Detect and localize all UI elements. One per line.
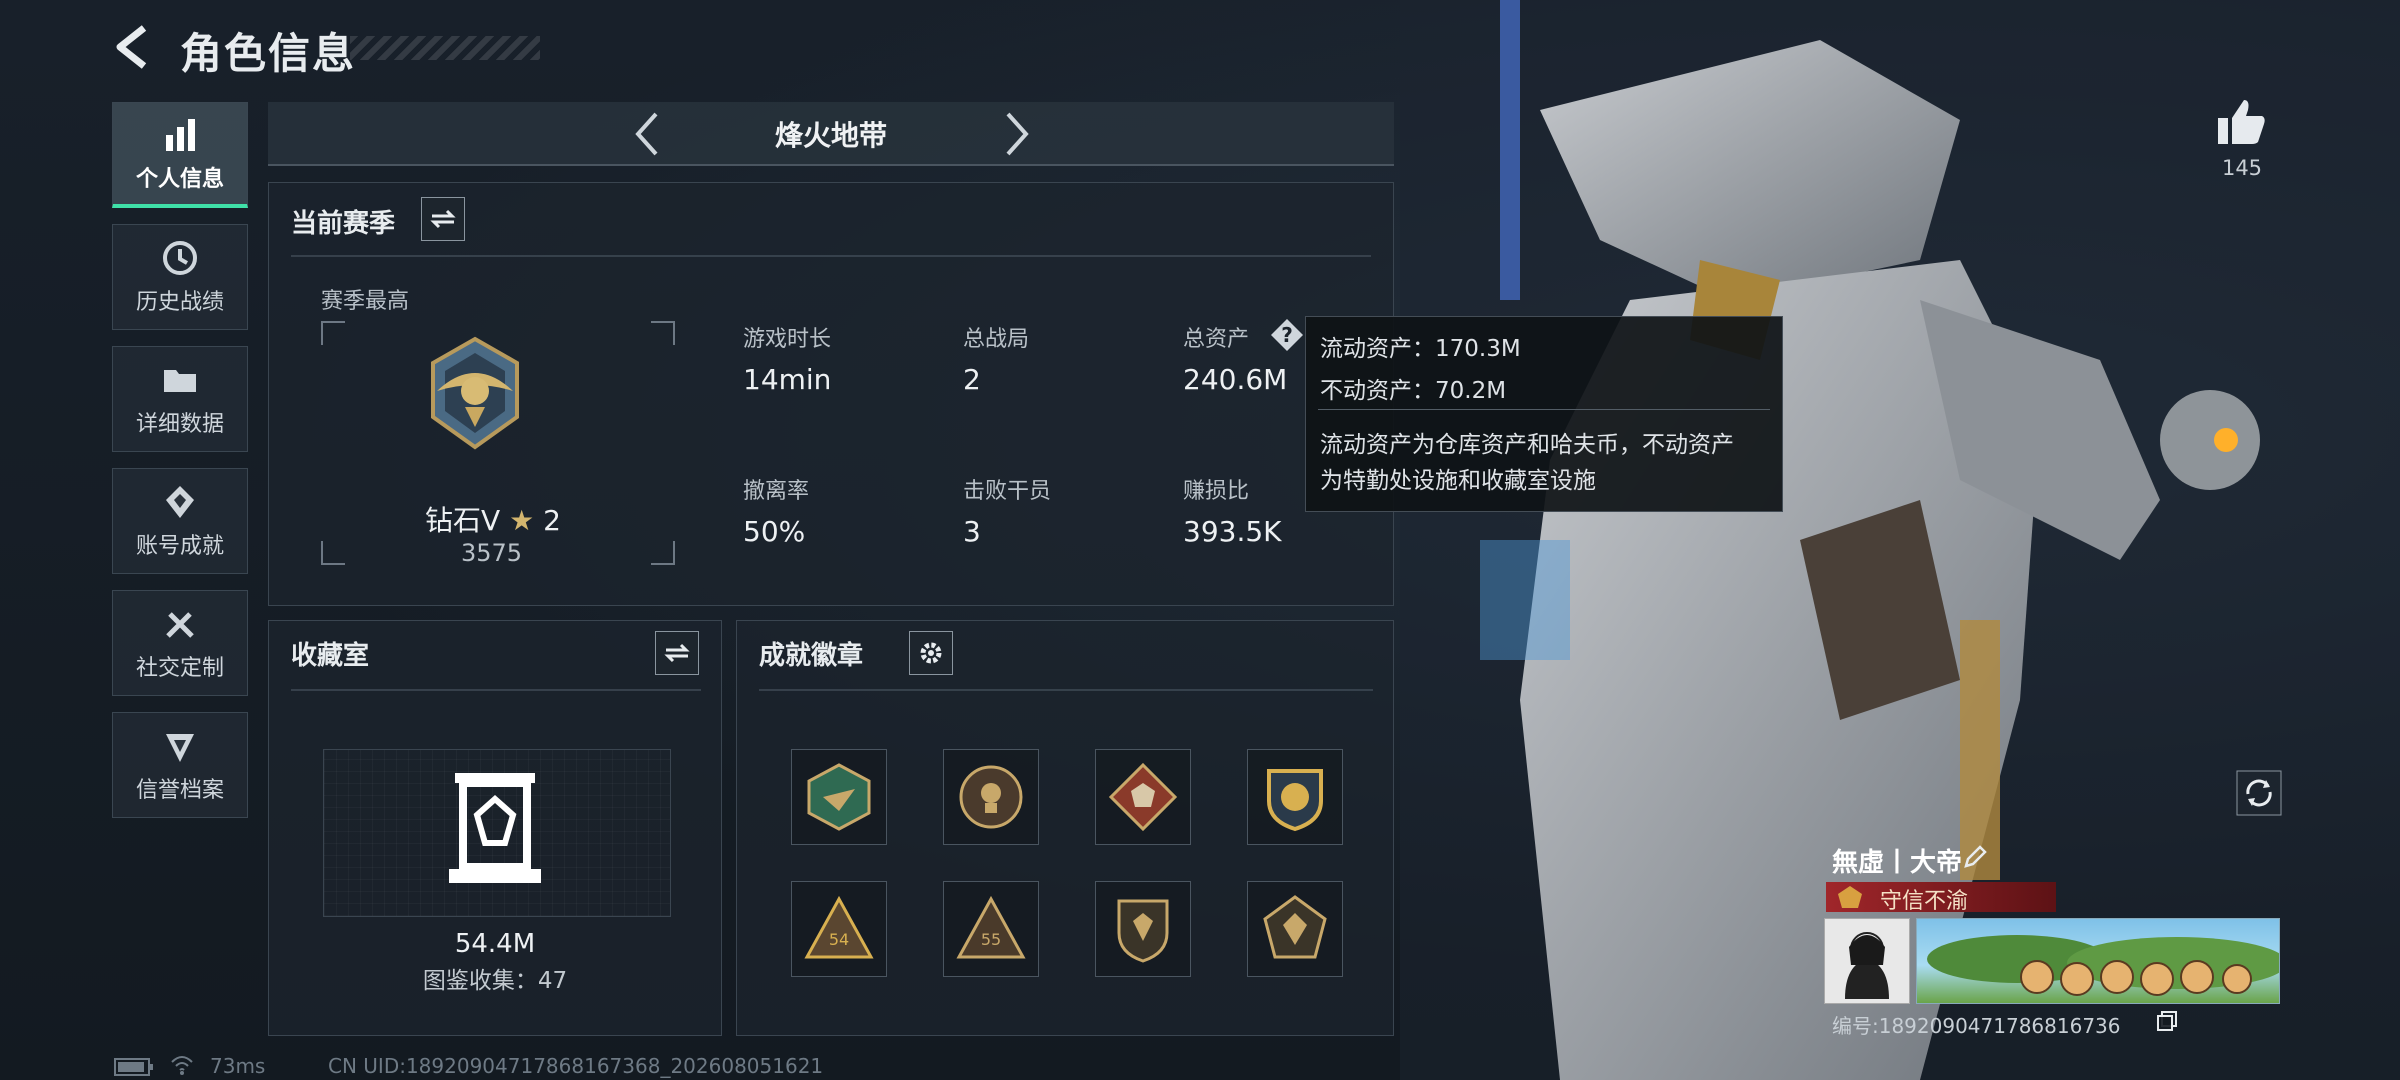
season-panel: 当前赛季 赛季最高 钻石V ★ 2 3575 游戏时长 14min 总战局 2 … <box>268 182 1394 606</box>
back-arrow-icon[interactable] <box>108 22 158 72</box>
sidebar-item-label: 社交定制 <box>135 656 224 681</box>
credit-icon <box>166 734 194 762</box>
collection-title: 收藏室 <box>291 641 370 671</box>
sidebar-item-label: 详细数据 <box>135 412 224 437</box>
svg-text:55: 55 <box>981 930 1001 949</box>
sidebar-item-label: 历史战绩 <box>135 290 224 315</box>
history-icon <box>163 241 197 275</box>
thumbs-up-icon[interactable] <box>2216 96 2268 148</box>
achievement-icon <box>166 486 194 518</box>
stat-value: 3 <box>963 515 981 548</box>
stat-label: 撤离率 <box>743 479 810 504</box>
swap-icon <box>430 209 456 229</box>
diamond-wolf-badge[interactable] <box>1095 749 1191 845</box>
refresh-icon[interactable] <box>2236 770 2282 816</box>
like-count: 145 <box>2221 156 2263 180</box>
collection-count: 图鉴收集：47 <box>422 968 568 994</box>
tooltip-description-2: 为特勤处设施和收藏室设施 <box>1320 468 1596 494</box>
profile-banner[interactable] <box>1916 918 2280 1004</box>
stat-label: 赚损比 <box>1183 479 1250 504</box>
player-name: 無虛丨大帝 <box>1832 848 1963 878</box>
battery-icon <box>114 1058 153 1076</box>
badges-title: 成就徽章 <box>759 641 864 671</box>
stat-label: 击败干员 <box>963 479 1052 504</box>
asset-tooltip: 流动资产：170.3M 不动资产：70.2M 流动资产为仓库资产和哈夫币，不动资… <box>1305 316 1783 512</box>
edit-icon[interactable] <box>1962 844 1988 870</box>
showcase-icon <box>449 773 541 883</box>
gear-icon <box>920 642 942 664</box>
rank-stars: 2 <box>543 504 561 537</box>
achievement-badges-panel: 成就徽章 54 55 <box>736 620 1394 1036</box>
season-title: 当前赛季 <box>291 209 396 239</box>
stat-value: 393.5K <box>1183 515 1282 548</box>
uid-text: CN UID:18920904717868167368_202608051621 <box>328 1054 824 1078</box>
star-icon: ★ <box>509 504 535 537</box>
title-badge-text: 守信不渝 <box>1880 889 1969 914</box>
copy-icon[interactable] <box>2156 1010 2178 1032</box>
mode-name: 烽火地带 <box>774 119 887 152</box>
tooltip-fixed-assets: 不动资产：70.2M <box>1320 378 1507 404</box>
collection-panel: 收藏室 54.4M 图鉴收集：47 <box>268 620 722 1036</box>
player-id: 编号:1892090471786816736 <box>1832 1014 2121 1038</box>
hexagon-wasp-badge[interactable] <box>791 749 887 845</box>
sidebar-item-details[interactable]: 详细数据 <box>112 346 248 452</box>
stat-value: 2 <box>963 363 981 396</box>
collection-switch-button[interactable] <box>655 631 699 675</box>
season-switch-button[interactable] <box>421 197 465 241</box>
help-icon[interactable]: ? <box>1269 317 1305 353</box>
sidebar-item-history[interactable]: 历史战绩 <box>112 224 248 330</box>
season-best-label: 赛季最高 <box>321 289 410 314</box>
stat-value: 240.6M <box>1183 363 1288 396</box>
rank-score: 3575 <box>461 539 523 567</box>
tools-icon <box>166 612 194 638</box>
sidebar-item-label: 信誉档案 <box>135 778 224 803</box>
stat-label: 游戏时长 <box>743 327 832 352</box>
triangle-55-badge[interactable]: 55 <box>943 881 1039 977</box>
rank-name: 钻石V <box>425 504 501 537</box>
wifi-icon <box>171 1056 193 1075</box>
stat-label: 总资产 <box>1183 327 1250 352</box>
rank-name-row: 钻石V ★ 2 <box>425 499 561 539</box>
sidebar-item-label: 账号成就 <box>135 534 224 559</box>
triangle-54-badge[interactable]: 54 <box>791 881 887 977</box>
chevron-right-icon[interactable] <box>994 110 1038 158</box>
stat-label: 总战局 <box>963 327 1030 352</box>
swap-icon <box>664 643 690 663</box>
ping-text: 73ms <box>210 1054 266 1078</box>
rank-emblem-icon <box>431 336 519 450</box>
sidebar-item-social[interactable]: 社交定制 <box>112 590 248 696</box>
avatar[interactable] <box>1824 918 1910 1004</box>
badges-settings-button[interactable] <box>909 631 953 675</box>
sidebar-item-personal-info[interactable]: 个人信息 <box>112 102 248 208</box>
sidebar-item-achievements[interactable]: 账号成就 <box>112 468 248 574</box>
sidebar-item-label: 个人信息 <box>135 166 224 192</box>
sidebar-item-credit[interactable]: 信誉档案 <box>112 712 248 818</box>
mode-selector: 烽火地带 <box>268 102 1394 166</box>
title-emblem-icon <box>1838 886 1862 908</box>
collection-value: 54.4M <box>454 929 536 959</box>
svg-text:54: 54 <box>829 930 849 949</box>
tooltip-description-1: 流动资产为仓库资产和哈夫币，不动资产 <box>1320 432 1734 458</box>
bar-chart-icon <box>166 118 195 151</box>
pentagon-emblem-badge[interactable] <box>1247 881 1343 977</box>
page-title: 角色信息 <box>180 29 357 78</box>
shield-emblem-badge[interactable] <box>1095 881 1191 977</box>
title-decoration <box>350 36 540 60</box>
tooltip-liquid-assets: 流动资产：170.3M <box>1320 336 1521 362</box>
stat-value: 50% <box>743 515 806 548</box>
stat-value: 14min <box>743 363 832 396</box>
folder-icon <box>164 370 196 392</box>
svg-text:?: ? <box>1281 323 1293 347</box>
round-skull-badge[interactable] <box>943 749 1039 845</box>
shield-gold-badge[interactable] <box>1247 749 1343 845</box>
